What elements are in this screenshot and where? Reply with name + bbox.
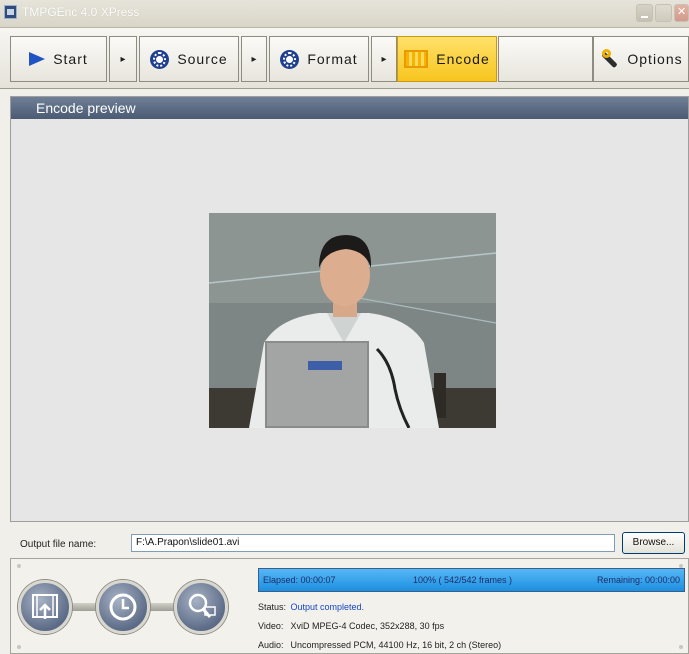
encode-progress-bar: Elapsed: 00:00:07 100% ( 542/542 frames … <box>258 568 685 592</box>
elapsed-time: Elapsed: 00:00:07 <box>263 575 336 585</box>
title-bar: TMPGEnc 4.0 XPress <box>0 0 689 27</box>
start-label: Start <box>53 51 88 67</box>
video-info-row: Video: XviD MPEG-4 Codec, 352x288, 30 fp… <box>258 621 444 631</box>
preview-output-button[interactable] <box>174 580 228 634</box>
timer-icon <box>109 593 137 621</box>
audio-info-row: Audio: Uncompressed PCM, 44100 Hz, 16 bi… <box>258 640 501 650</box>
maximize-button[interactable] <box>655 4 672 22</box>
preview-header: Encode preview <box>11 97 688 119</box>
format-label: Format <box>307 51 358 67</box>
output-to-file-icon <box>32 594 58 619</box>
close-button[interactable] <box>674 4 689 22</box>
video-key: Video: <box>258 621 284 631</box>
start-step-button[interactable]: Start <box>10 36 107 82</box>
audio-key: Audio: <box>258 640 284 650</box>
video-frame-image <box>209 213 496 428</box>
timer-output-button[interactable] <box>96 580 150 634</box>
remaining-time: Remaining: 00:00:00 <box>596 575 680 585</box>
encode-step-button[interactable]: Encode <box>397 36 497 82</box>
preview-zoom-icon <box>188 593 216 618</box>
toolbar-spacer <box>498 36 593 82</box>
audio-value: Uncompressed PCM, 44100 Hz, 16 bit, 2 ch… <box>290 640 502 650</box>
panel-rivet <box>17 564 21 568</box>
encode-film-icon <box>404 50 429 68</box>
step-arrow-1[interactable]: ▸ <box>109 36 137 82</box>
source-step-button[interactable]: Source <box>139 36 239 82</box>
options-label: Options <box>627 51 683 67</box>
step-arrow-3[interactable]: ▸ <box>371 36 397 82</box>
step-arrow-2[interactable]: ▸ <box>241 36 267 82</box>
source-label: Source <box>177 51 228 67</box>
window-title: TMPGEnc 4.0 XPress <box>22 5 140 19</box>
output-file-label: Output file name: <box>20 539 97 550</box>
start-output-button[interactable] <box>18 580 72 634</box>
minimize-button[interactable] <box>636 4 653 22</box>
browse-button[interactable]: Browse... <box>622 532 685 554</box>
app-icon <box>4 5 17 19</box>
button-connector <box>149 603 175 611</box>
status-key: Status: <box>258 602 287 612</box>
chevron-right-icon: ▸ <box>120 53 126 65</box>
wrench-icon <box>599 49 619 69</box>
options-button[interactable]: Options <box>593 36 689 82</box>
play-icon <box>29 52 46 66</box>
format-step-button[interactable]: Format <box>269 36 369 82</box>
status-row: Status: Output completed. <box>258 602 364 612</box>
output-file-field[interactable]: F:\A.Prapon\slide01.avi <box>131 534 615 552</box>
film-reel-icon <box>280 49 300 69</box>
film-reel-icon <box>150 49 170 69</box>
video-value: XviD MPEG-4 Codec, 352x288, 30 fps <box>290 621 445 631</box>
chevron-right-icon: ▸ <box>381 53 387 65</box>
preview-title: Encode preview <box>36 100 136 116</box>
panel-rivet <box>679 645 683 649</box>
progress-percent: 100% ( 542/542 frames ) <box>413 575 513 585</box>
step-toolbar: Start ▸ Source ▸ Format ▸ Encode Options <box>0 27 689 89</box>
button-connector <box>71 603 97 611</box>
video-preview-frame <box>209 213 496 428</box>
encode-preview-panel: Encode preview <box>10 96 689 522</box>
chevron-right-icon: ▸ <box>251 53 257 65</box>
panel-rivet <box>17 645 21 649</box>
status-value: Output completed. <box>290 602 365 612</box>
encode-label: Encode <box>436 51 490 67</box>
